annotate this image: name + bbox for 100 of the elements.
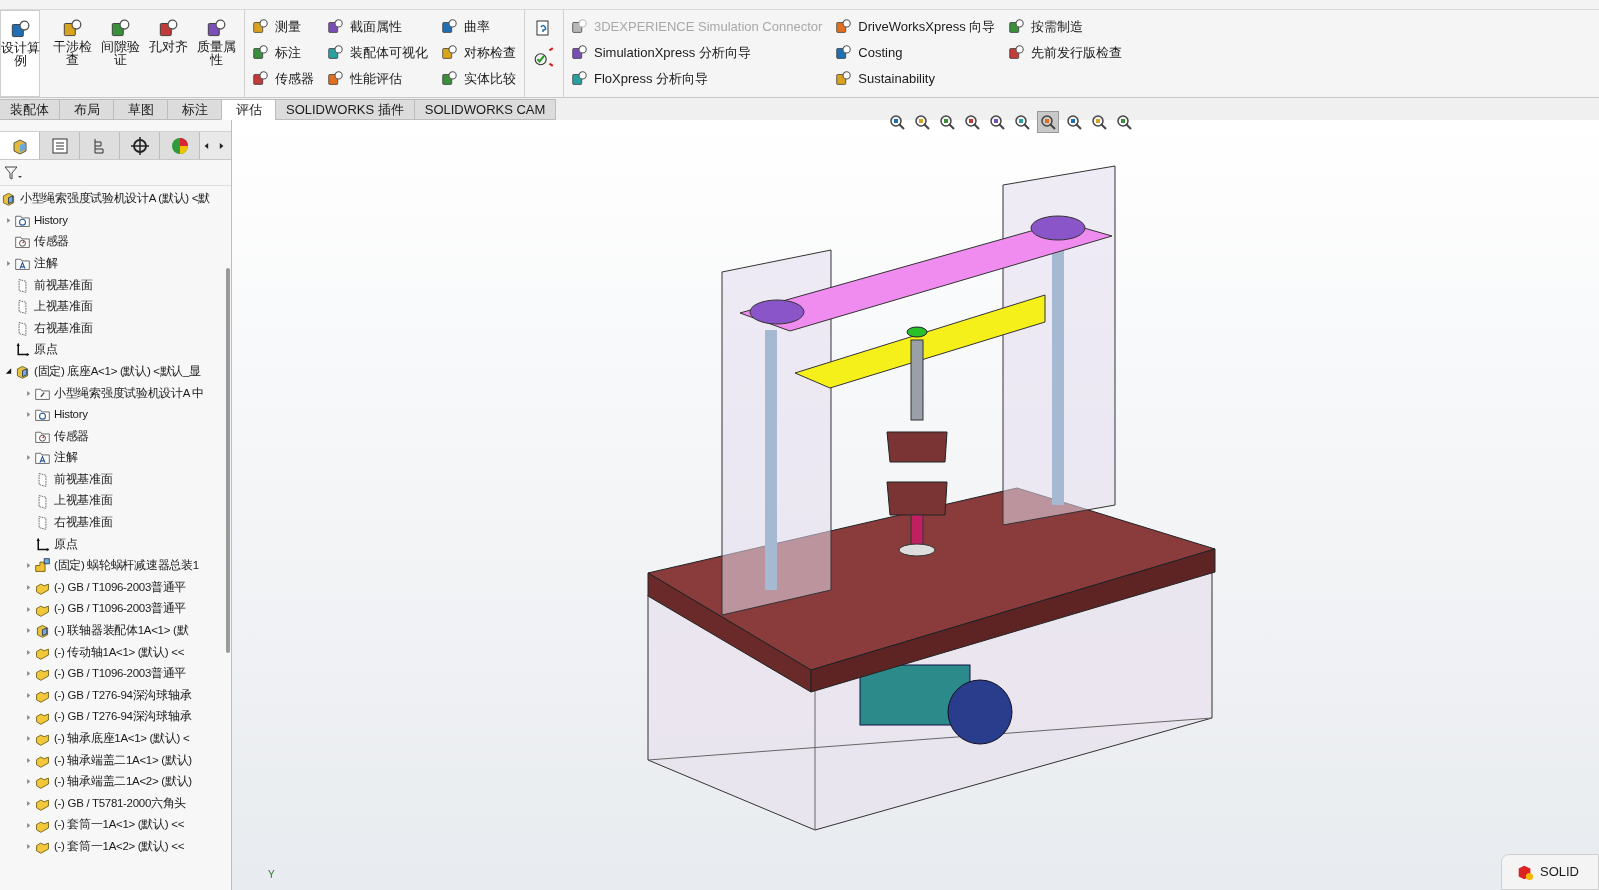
tree-item[interactable]: (-) GB / T5781-2000六角头 <box>0 792 224 815</box>
expand-arrow-icon[interactable] <box>24 411 32 419</box>
ribbon-button[interactable]: SimulationXpress 分析向导 <box>570 42 823 63</box>
expand-arrow-icon[interactable] <box>24 821 32 829</box>
tree-item[interactable]: (-) 传动轴1A<1> (默认) << <box>0 641 224 664</box>
check-icon[interactable] <box>533 46 555 68</box>
expand-arrow-icon[interactable] <box>4 216 12 224</box>
tree-item[interactable]: (-) GB / T276-94深沟球轴承 <box>0 706 224 728</box>
expand-arrow-icon[interactable] <box>24 778 32 786</box>
ribbon-tab[interactable]: 草图 <box>113 99 168 120</box>
crosshair-icon <box>129 135 150 156</box>
expand-arrow-icon[interactable] <box>24 713 32 721</box>
assembly-icon <box>34 622 51 640</box>
zoom-fit-icon[interactable] <box>887 112 907 132</box>
collapse-arrow-icon[interactable] <box>3 367 13 377</box>
subassembly-icon <box>34 557 51 575</box>
tree-item[interactable]: (-) 套筒一1A<2> (默认) << <box>0 835 224 858</box>
app-icon <box>1516 863 1534 881</box>
tree-item[interactable]: 传感器 <box>0 425 224 448</box>
notification-panel[interactable]: SOLID <box>1501 854 1599 890</box>
tree-item[interactable]: 小型绳索强度试验机设计A 中 <box>0 382 224 404</box>
ribbon-button[interactable]: Costing <box>834 42 996 63</box>
tool-icon <box>251 43 269 62</box>
expand-arrow-icon[interactable] <box>24 691 32 699</box>
tree-item[interactable]: History <box>0 403 224 426</box>
tree-item[interactable]: 右视基准面 <box>0 317 224 340</box>
expand-arrow-icon[interactable] <box>24 756 32 764</box>
ribbon-button[interactable]: 设计算例 <box>0 10 40 97</box>
ribbon-button[interactable]: 对称检查 <box>440 42 516 63</box>
tree-item[interactable]: 原点 <box>0 339 224 361</box>
tool-icon <box>834 17 853 36</box>
ribbon-button[interactable]: 质量属性 <box>192 10 240 97</box>
ribbon-button[interactable]: 标注 <box>251 42 314 63</box>
ribbon-button[interactable]: 实体比较 <box>440 68 516 89</box>
tree-item[interactable]: (-) 轴承底座1A<1> (默认) < <box>0 727 224 750</box>
expand-arrow-icon[interactable] <box>24 562 32 570</box>
tree-item[interactable]: 传感器 <box>0 231 224 253</box>
assembly-icon <box>14 363 31 381</box>
tool-icon <box>326 17 344 36</box>
ribbon-button[interactable]: 间隙验证 <box>96 10 144 97</box>
ribbon-tab[interactable]: SOLIDWORKS CAM <box>413 99 557 120</box>
tree-item[interactable]: 上视基准面 <box>0 295 224 318</box>
ribbon-tab[interactable]: 评估 <box>221 99 276 120</box>
tree-item[interactable]: (固定) 蜗轮蜗杆减速器总装1 <box>0 555 224 577</box>
tree-item[interactable]: 小型绳索强度试验机设计A (默认) <默 <box>0 188 224 210</box>
tree-item[interactable]: 注解 <box>0 447 224 469</box>
expand-arrow-icon[interactable] <box>24 584 32 591</box>
tree-item[interactable]: (-) 轴承端盖二1A<1> (默认) <box>0 749 224 772</box>
ribbon-button[interactable]: 干涉检查 <box>48 10 96 97</box>
tool-icon <box>440 17 458 36</box>
ribbon-button[interactable]: DriveWorksXpress 向导 <box>834 16 996 37</box>
tree-item[interactable]: (-) GB / T1096-2003普通平 <box>0 598 224 620</box>
tree-item[interactable]: (-) GB / T276-94深沟球轴承 <box>0 684 224 707</box>
ribbon-button[interactable]: 性能评估 <box>326 68 428 89</box>
ribbon-button[interactable]: 装配体可视化 <box>326 42 428 63</box>
expand-arrow-icon[interactable] <box>24 454 32 462</box>
tree-item[interactable]: 前视基准面 <box>0 274 224 296</box>
expand-arrow-icon[interactable] <box>24 843 32 851</box>
scroll-bar[interactable] <box>225 268 230 653</box>
tree-item[interactable]: 原点 <box>0 533 224 556</box>
tree-item[interactable]: (固定) 底座A<1> (默认) <默认_显 <box>0 360 224 383</box>
notification-title: SOLID <box>1540 863 1579 882</box>
expand-arrow-icon[interactable] <box>24 389 32 397</box>
ribbon-tab[interactable]: 布局 <box>59 99 114 120</box>
tool-icon <box>1007 17 1026 36</box>
filter-icon[interactable] <box>4 165 22 180</box>
tree-item[interactable]: (-) GB / T1096-2003普通平 <box>0 576 224 599</box>
tool-icon <box>570 43 588 62</box>
expand-arrow-icon[interactable] <box>24 670 32 678</box>
ribbon-button[interactable]: 截面属性 <box>326 16 428 37</box>
expand-arrow-icon[interactable] <box>24 648 32 656</box>
tree-item[interactable]: 上视基准面 <box>0 490 224 512</box>
ribbon-button[interactable]: Sustainability <box>834 68 996 89</box>
ribbon-button[interactable]: 传感器 <box>251 68 314 89</box>
tree-item[interactable]: (-) 轴承端盖二1A<2> (默认) <box>0 771 224 793</box>
zoom-area-icon[interactable] <box>912 112 932 132</box>
ribbon-button[interactable]: 按需制造 <box>1007 16 1123 37</box>
tree-item[interactable]: (-) GB / T1096-2003普通平 <box>0 663 224 685</box>
tool-icon <box>440 69 458 88</box>
expand-arrow-icon[interactable] <box>4 260 12 268</box>
tree-item[interactable]: (-) 套筒一1A<1> (默认) << <box>0 814 224 836</box>
expand-arrow-icon[interactable] <box>24 605 32 613</box>
ribbon-tab[interactable]: 标注 <box>167 99 222 120</box>
expand-arrow-icon[interactable] <box>24 735 32 743</box>
tree-item[interactable]: 右视基准面 <box>0 511 224 534</box>
expand-arrow-icon[interactable] <box>24 627 32 635</box>
ribbon-button[interactable]: 测量 <box>251 16 314 37</box>
tool-icon <box>326 43 344 62</box>
tree-item[interactable]: 注解 <box>0 252 224 275</box>
ribbon-tab[interactable]: SOLIDWORKS 插件 <box>275 99 415 120</box>
tree-item[interactable]: 前视基准面 <box>0 468 224 491</box>
ribbon-button[interactable]: 孔对齐 <box>144 10 192 97</box>
expand-arrow-icon[interactable] <box>24 799 32 807</box>
ribbon-button[interactable]: 先前发行版检查 <box>1007 42 1123 63</box>
tree-item[interactable]: History <box>0 209 224 232</box>
ribbon-button[interactable]: FloXpress 分析向导 <box>570 68 823 89</box>
ribbon-button[interactable]: 曲率 <box>440 16 516 37</box>
panel-tab[interactable] <box>120 132 160 159</box>
tree-item[interactable]: (-) 联轴器装配体1A<1> (默 <box>0 619 224 642</box>
ribbon-tab[interactable]: 装配体 <box>0 99 60 120</box>
